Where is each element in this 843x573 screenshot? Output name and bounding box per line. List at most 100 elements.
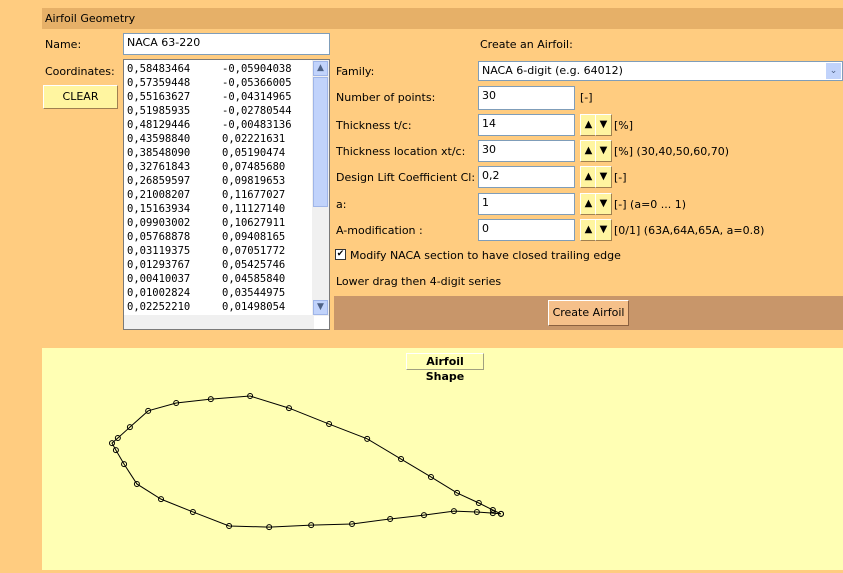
coordinate-y: -0,02780544 <box>222 105 292 117</box>
closed-te-checkbox[interactable]: ✔ <box>335 249 346 260</box>
coordinate-x: 0,43598840 <box>127 133 191 145</box>
coordinate-row: 0,15163934 0,11127140 <box>127 202 317 216</box>
coordinate-x: 0,00410037 <box>127 273 191 285</box>
field-input[interactable]: 14 <box>478 114 575 136</box>
coordinate-x: 0,05768878 <box>127 231 191 243</box>
coordinate-row: 0,51985935 -0,02780544 <box>127 104 317 118</box>
coordinate-y: 0,04585840 <box>222 273 286 285</box>
coordinate-y: 0,11127140 <box>222 203 286 215</box>
coordinate-x: 0,01002824 <box>127 287 191 299</box>
coordinates-textarea[interactable]: 0,58483464 -0,05904038 0,57359448 -0,053660… <box>123 59 330 330</box>
field-unit: [-] <box>580 91 593 104</box>
field-input[interactable]: 0,2 <box>478 166 575 188</box>
coordinate-x: 0,38548090 <box>127 147 191 159</box>
panel-header: Airfoil Geometry <box>42 8 843 29</box>
coordinate-row: 0,03119375 0,07051772 <box>127 244 317 258</box>
check-icon: ✔ <box>336 249 345 259</box>
field-input[interactable]: 1 <box>478 193 575 215</box>
field-label: Number of points: <box>336 91 436 104</box>
vertical-scrollbar[interactable]: ▲ ▼ <box>312 60 329 316</box>
closed-te-label: Modify NACA section to have closed trail… <box>350 249 621 262</box>
coordinate-x: 0,58483464 <box>127 63 191 75</box>
field-label: Thickness location xt/c: <box>336 145 466 158</box>
coordinate-x: 0,15163934 <box>127 203 191 215</box>
coordinate-row: 0,57359448 -0,05366005 <box>127 76 317 90</box>
coordinate-x: 0,03119375 <box>127 245 191 257</box>
coordinate-x: 0,09903002 <box>127 217 191 229</box>
scroll-up-icon[interactable]: ▲ <box>313 61 328 76</box>
chevron-down-icon[interactable]: ⌄ <box>826 63 841 79</box>
family-select[interactable]: NACA 6-digit (e.g. 64012) ⌄ <box>478 61 843 81</box>
field-input[interactable]: 30 <box>478 86 575 110</box>
coordinate-row: 0,26859597 0,09819653 <box>127 174 317 188</box>
coordinate-row: 0,00410037 0,04585840 <box>127 272 317 286</box>
coordinate-x: 0,32761843 <box>127 161 191 173</box>
coordinate-y: 0,01498054 <box>222 301 286 313</box>
coordinate-row: 0,48129446 -0,00483136 <box>127 118 317 132</box>
coordinate-y: 0,09408165 <box>222 231 286 243</box>
coordinates-label: Coordinates: <box>45 65 115 78</box>
coordinate-x: 0,26859597 <box>127 175 191 187</box>
decrement-icon[interactable]: ▼ <box>595 140 612 162</box>
coordinate-x: 0,55163627 <box>127 91 191 103</box>
family-note: Lower drag then 4-digit series <box>336 275 502 288</box>
decrement-icon[interactable]: ▼ <box>595 114 612 136</box>
coordinate-row: 0,38548090 0,05190474 <box>127 146 317 160</box>
coordinate-x: 0,21008207 <box>127 189 191 201</box>
field-label: a: <box>336 198 347 211</box>
decrement-icon[interactable]: ▼ <box>595 193 612 215</box>
coordinate-y: 0,11677027 <box>222 189 286 201</box>
coordinate-y: -0,04314965 <box>222 91 292 103</box>
airfoil-outline <box>111 395 502 528</box>
coordinate-y: 0,05425746 <box>222 259 286 271</box>
coordinate-row: 0,43598840 0,02221631 <box>127 132 317 146</box>
coordinate-x: 0,57359448 <box>127 77 191 89</box>
coordinate-row: 0,55163627 -0,04314965 <box>127 90 317 104</box>
coordinate-y: 0,07485680 <box>222 161 286 173</box>
name-label: Name: <box>45 38 82 51</box>
create-heading: Create an Airfoil: <box>480 38 573 51</box>
family-label: Family: <box>336 65 375 78</box>
coordinate-y: -0,05366005 <box>222 77 292 89</box>
coordinate-row: 0,09903002 0,10627911 <box>127 216 317 230</box>
coordinate-row: 0,21008207 0,11677027 <box>127 188 317 202</box>
coordinate-row: 0,58483464 -0,05904038 <box>127 62 317 76</box>
plot-title: Airfoil Shape <box>406 353 484 383</box>
clear-button[interactable]: CLEAR <box>43 85 118 109</box>
field-unit: [0/1] (63A,64A,65A, a=0.8) <box>614 224 765 237</box>
coordinate-x: 0,01293767 <box>127 259 191 271</box>
decrement-icon[interactable]: ▼ <box>595 219 612 241</box>
coordinate-y: 0,02221631 <box>222 133 286 145</box>
coordinate-x: 0,51985935 <box>127 105 191 117</box>
coordinate-row: 0,01002824 0,03544975 <box>127 286 317 300</box>
field-label: Design Lift Coefficient Cl: <box>336 171 476 184</box>
field-label: Thickness t/c: <box>336 119 412 132</box>
family-value: NACA 6-digit (e.g. 64012) <box>482 64 623 77</box>
coordinate-y: -0,00483136 <box>222 119 292 131</box>
field-input[interactable]: 30 <box>478 140 575 162</box>
field-unit: [%] <box>614 119 634 132</box>
coordinate-row: 0,01293767 0,05425746 <box>127 258 317 272</box>
coordinate-y: 0,03544975 <box>222 287 286 299</box>
coordinate-row: 0,02252210 0,01498054 <box>127 300 317 314</box>
name-input[interactable]: NACA 63-220 <box>123 33 330 55</box>
coordinate-row: 0,05768878 0,09408165 <box>127 230 317 244</box>
coordinate-y: 0,05190474 <box>222 147 286 159</box>
field-label: A-modification : <box>336 224 423 237</box>
create-airfoil-button[interactable]: Create Airfoil <box>548 300 629 326</box>
coordinate-y: -0,05904038 <box>222 63 292 75</box>
coordinate-row: 0,32761843 0,07485680 <box>127 160 317 174</box>
scroll-thumb[interactable] <box>313 77 328 207</box>
coordinate-x: 0,48129446 <box>127 119 191 131</box>
field-input[interactable]: 0 <box>478 219 575 241</box>
field-unit: [%] (30,40,50,60,70) <box>614 145 730 158</box>
coordinate-x: 0,02252210 <box>127 301 191 313</box>
horizontal-scrollbar[interactable] <box>124 315 314 329</box>
coordinate-y: 0,09819653 <box>222 175 286 187</box>
coordinate-y: 0,07051772 <box>222 245 286 257</box>
field-unit: [-] (a=0 ... 1) <box>614 198 687 211</box>
field-unit: [-] <box>614 171 627 184</box>
coordinate-y: 0,10627911 <box>222 217 286 229</box>
scroll-down-icon[interactable]: ▼ <box>313 300 328 315</box>
decrement-icon[interactable]: ▼ <box>595 166 612 188</box>
